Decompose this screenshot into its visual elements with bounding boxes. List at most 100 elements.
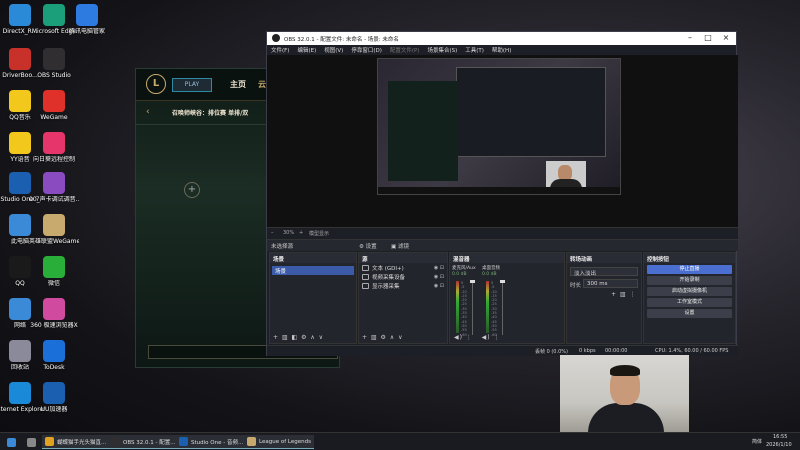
- desktop-icon[interactable]: ToDesk: [37, 340, 71, 371]
- visibility-icon[interactable]: ◉ ⊡: [434, 265, 444, 271]
- desktop-icon-label: 00_声卡调试调音...: [29, 196, 79, 203]
- preview-canvas[interactable]: [377, 58, 621, 195]
- lol-logo[interactable]: L: [146, 74, 166, 94]
- zoom-level[interactable]: 30%: [283, 230, 294, 236]
- settings-button[interactable]: 设置: [647, 309, 732, 318]
- sources-toolbar[interactable]: + ▥ ⚙ ∧ ∨: [362, 334, 404, 341]
- zoom-out-icon[interactable]: –: [271, 230, 274, 236]
- volume-slider[interactable]: [500, 280, 505, 335]
- desktop-icon[interactable]: 腾讯电脑管家: [69, 4, 105, 35]
- obs-titlebar[interactable]: OBS 32.0.1 - 配置文件: 未命名 - 场景: 未命名 – □ ×: [267, 32, 736, 45]
- desktop-icon[interactable]: OBS Studio: [37, 48, 71, 79]
- studio-one-icon: [179, 437, 188, 446]
- cpu-fps: CPU: 1.4%, 60.00 / 60.00 FPS: [655, 348, 729, 354]
- start-recording-button[interactable]: 开始录制: [647, 276, 732, 285]
- taskbar-item[interactable]: League of Legends: [244, 435, 314, 449]
- duration-input[interactable]: 300 ms: [583, 279, 638, 288]
- visibility-icon[interactable]: ◉ ⊡: [434, 274, 444, 280]
- menu-item[interactable]: 编辑(E): [297, 46, 316, 54]
- transitions-dock: 转场动画 淡入淡出 时长 300 ms + ▥ ⋮: [566, 252, 642, 344]
- webcam-overlay: [560, 355, 689, 435]
- uu-icon: [43, 382, 65, 404]
- zoom-mode-label[interactable]: 模型显示: [309, 230, 329, 237]
- desktop-icon-label: 向日葵远程控制: [32, 156, 75, 163]
- obs-menubar: 文件(F) 编辑(E) 视图(V) 停靠窗口(D) 配置文件(P) 场景集合(S) 工具(T…: [267, 45, 736, 55]
- source-item[interactable]: 视频采集设备 ◉ ⊡: [359, 273, 447, 281]
- scenes-toolbar[interactable]: + ▥ ◧ ⚙ ∧ ∨: [273, 334, 324, 341]
- taskbar-item[interactable]: OBS 32.0.1 - 配置...: [108, 435, 179, 449]
- transition-select[interactable]: 淡入淡出: [570, 267, 638, 277]
- scenes-header: 场景: [270, 253, 356, 263]
- driverbooster-icon: [9, 48, 31, 70]
- preview-zoom-bar: – 30% + 模型显示: [267, 227, 738, 239]
- todesk-icon: [43, 340, 65, 362]
- meter-scale: 5 -5 -10 -15 -20 -25 -30 -35 -40 -45 -50 -55 -60: [461, 281, 467, 337]
- wechat-icon: [43, 256, 65, 278]
- sources-dock: 源 文本 (GDI+) ◉ ⊡ 视频采集设备 ◉ ⊡ 显示器采集 ◉ ⊡ + ▥ ⚙ …: [358, 252, 448, 344]
- desktop-icon[interactable]: 360 极速浏览器X: [30, 298, 78, 329]
- minimize-icon[interactable]: –: [683, 33, 697, 42]
- obs-preview[interactable]: [267, 55, 738, 227]
- camera-source-icon: [362, 274, 369, 280]
- scenes-dock: 场景 场景 + ▥ ◧ ⚙ ∧ ∨: [269, 252, 357, 344]
- transitions-header: 转场动画: [567, 253, 641, 263]
- qq-icon: [9, 256, 31, 278]
- add-player-icon[interactable]: +: [184, 182, 200, 198]
- lol-icon: [43, 214, 65, 236]
- desktop-icon-label: ToDesk: [43, 364, 65, 371]
- taskbar-item[interactable]: Studio One - 音频...: [176, 435, 247, 449]
- source-item[interactable]: 显示器采集 ◉ ⊡: [359, 282, 447, 290]
- scene-item[interactable]: 场景: [272, 266, 354, 275]
- play-button[interactable]: PLAY: [172, 78, 212, 92]
- visibility-icon[interactable]: ◉ ⊡: [434, 283, 444, 289]
- obs-app-icon: [272, 34, 280, 42]
- stop-streaming-button[interactable]: 停止直播: [647, 265, 732, 274]
- desktop-icon[interactable]: 向日葵远程控制: [33, 132, 75, 163]
- source-toolbar: 未选择源 ⚙ 设置 ▣ 滤镜: [267, 239, 738, 251]
- desktop-icon[interactable]: 00_声卡调试调音...: [29, 172, 79, 203]
- desktop-icon[interactable]: UU加速器: [37, 382, 71, 413]
- archive-icon: [43, 172, 65, 194]
- desktop-icon[interactable]: WeGame: [37, 90, 71, 121]
- no-source-label: 未选择源: [271, 244, 294, 250]
- ime-indicator[interactable]: 简体: [752, 438, 762, 445]
- properties-button[interactable]: ⚙ 设置: [359, 242, 377, 250]
- dropped-frames: 丢帧 0 (0.0%): [535, 349, 568, 355]
- nav-home[interactable]: 主页: [230, 79, 246, 90]
- mute-icon[interactable]: ◀) ⋮ ◀) ⋮: [454, 334, 500, 341]
- maximize-icon[interactable]: □: [701, 33, 715, 42]
- taskbar-item[interactable]: [24, 435, 39, 449]
- close-icon[interactable]: ×: [719, 33, 733, 42]
- channel-name: 麦克风/Aux: [452, 266, 476, 271]
- volume-slider[interactable]: [470, 280, 475, 335]
- desktop-icon[interactable]: 微信: [37, 256, 71, 287]
- taskbar-item[interactable]: 蝴蝶猫手光头猫直...: [42, 435, 110, 449]
- menu-item[interactable]: 停靠窗口(D): [351, 46, 382, 54]
- pc-manager-icon: [76, 4, 98, 26]
- menu-item[interactable]: 帮助(H): [492, 46, 511, 54]
- filters-button[interactable]: ▣ 滤镜: [391, 242, 409, 250]
- menu-item[interactable]: 工具(T): [465, 46, 484, 54]
- zoom-in-icon[interactable]: +: [299, 230, 303, 236]
- obs-window[interactable]: OBS 32.0.1 - 配置文件: 未命名 - 场景: 未命名 – □ × 文…: [266, 31, 738, 356]
- clock-date[interactable]: 2026/1/10: [766, 442, 792, 448]
- back-icon[interactable]: ‹: [146, 107, 150, 117]
- source-item[interactable]: 文本 (GDI+) ◉ ⊡: [359, 264, 447, 272]
- audio-meter: [456, 281, 459, 333]
- clock-time[interactable]: 16:55: [773, 434, 787, 440]
- menu-item[interactable]: 配置文件(P): [390, 46, 420, 54]
- studio-mode-button[interactable]: 工作室模式: [647, 298, 732, 307]
- desktop-icon[interactable]: 英雄联盟WeGame版: [29, 214, 79, 245]
- menu-item[interactable]: 文件(F): [271, 46, 289, 54]
- menu-item[interactable]: 视图(V): [324, 46, 343, 54]
- menu-item[interactable]: 场景集合(S): [427, 46, 457, 54]
- meter-scale: 5 -5 -10 -15 -20 -25 -30 -35 -40 -45 -50 -55 -60: [491, 281, 497, 337]
- start-virtual-camera-button[interactable]: 启动虚拟摄像机: [647, 287, 732, 296]
- taskbar: 蝴蝶猫手光头猫直... OBS 32.0.1 - 配置... Studio One …: [0, 432, 800, 450]
- sources-header: 源: [359, 253, 447, 263]
- taskbar-item[interactable]: [4, 435, 19, 449]
- channel-db: 0.0 dB: [452, 272, 467, 277]
- start-icon: [7, 437, 16, 447]
- transition-toolbar[interactable]: + ▥ ⋮: [611, 291, 637, 298]
- chrome-icon: [45, 437, 54, 446]
